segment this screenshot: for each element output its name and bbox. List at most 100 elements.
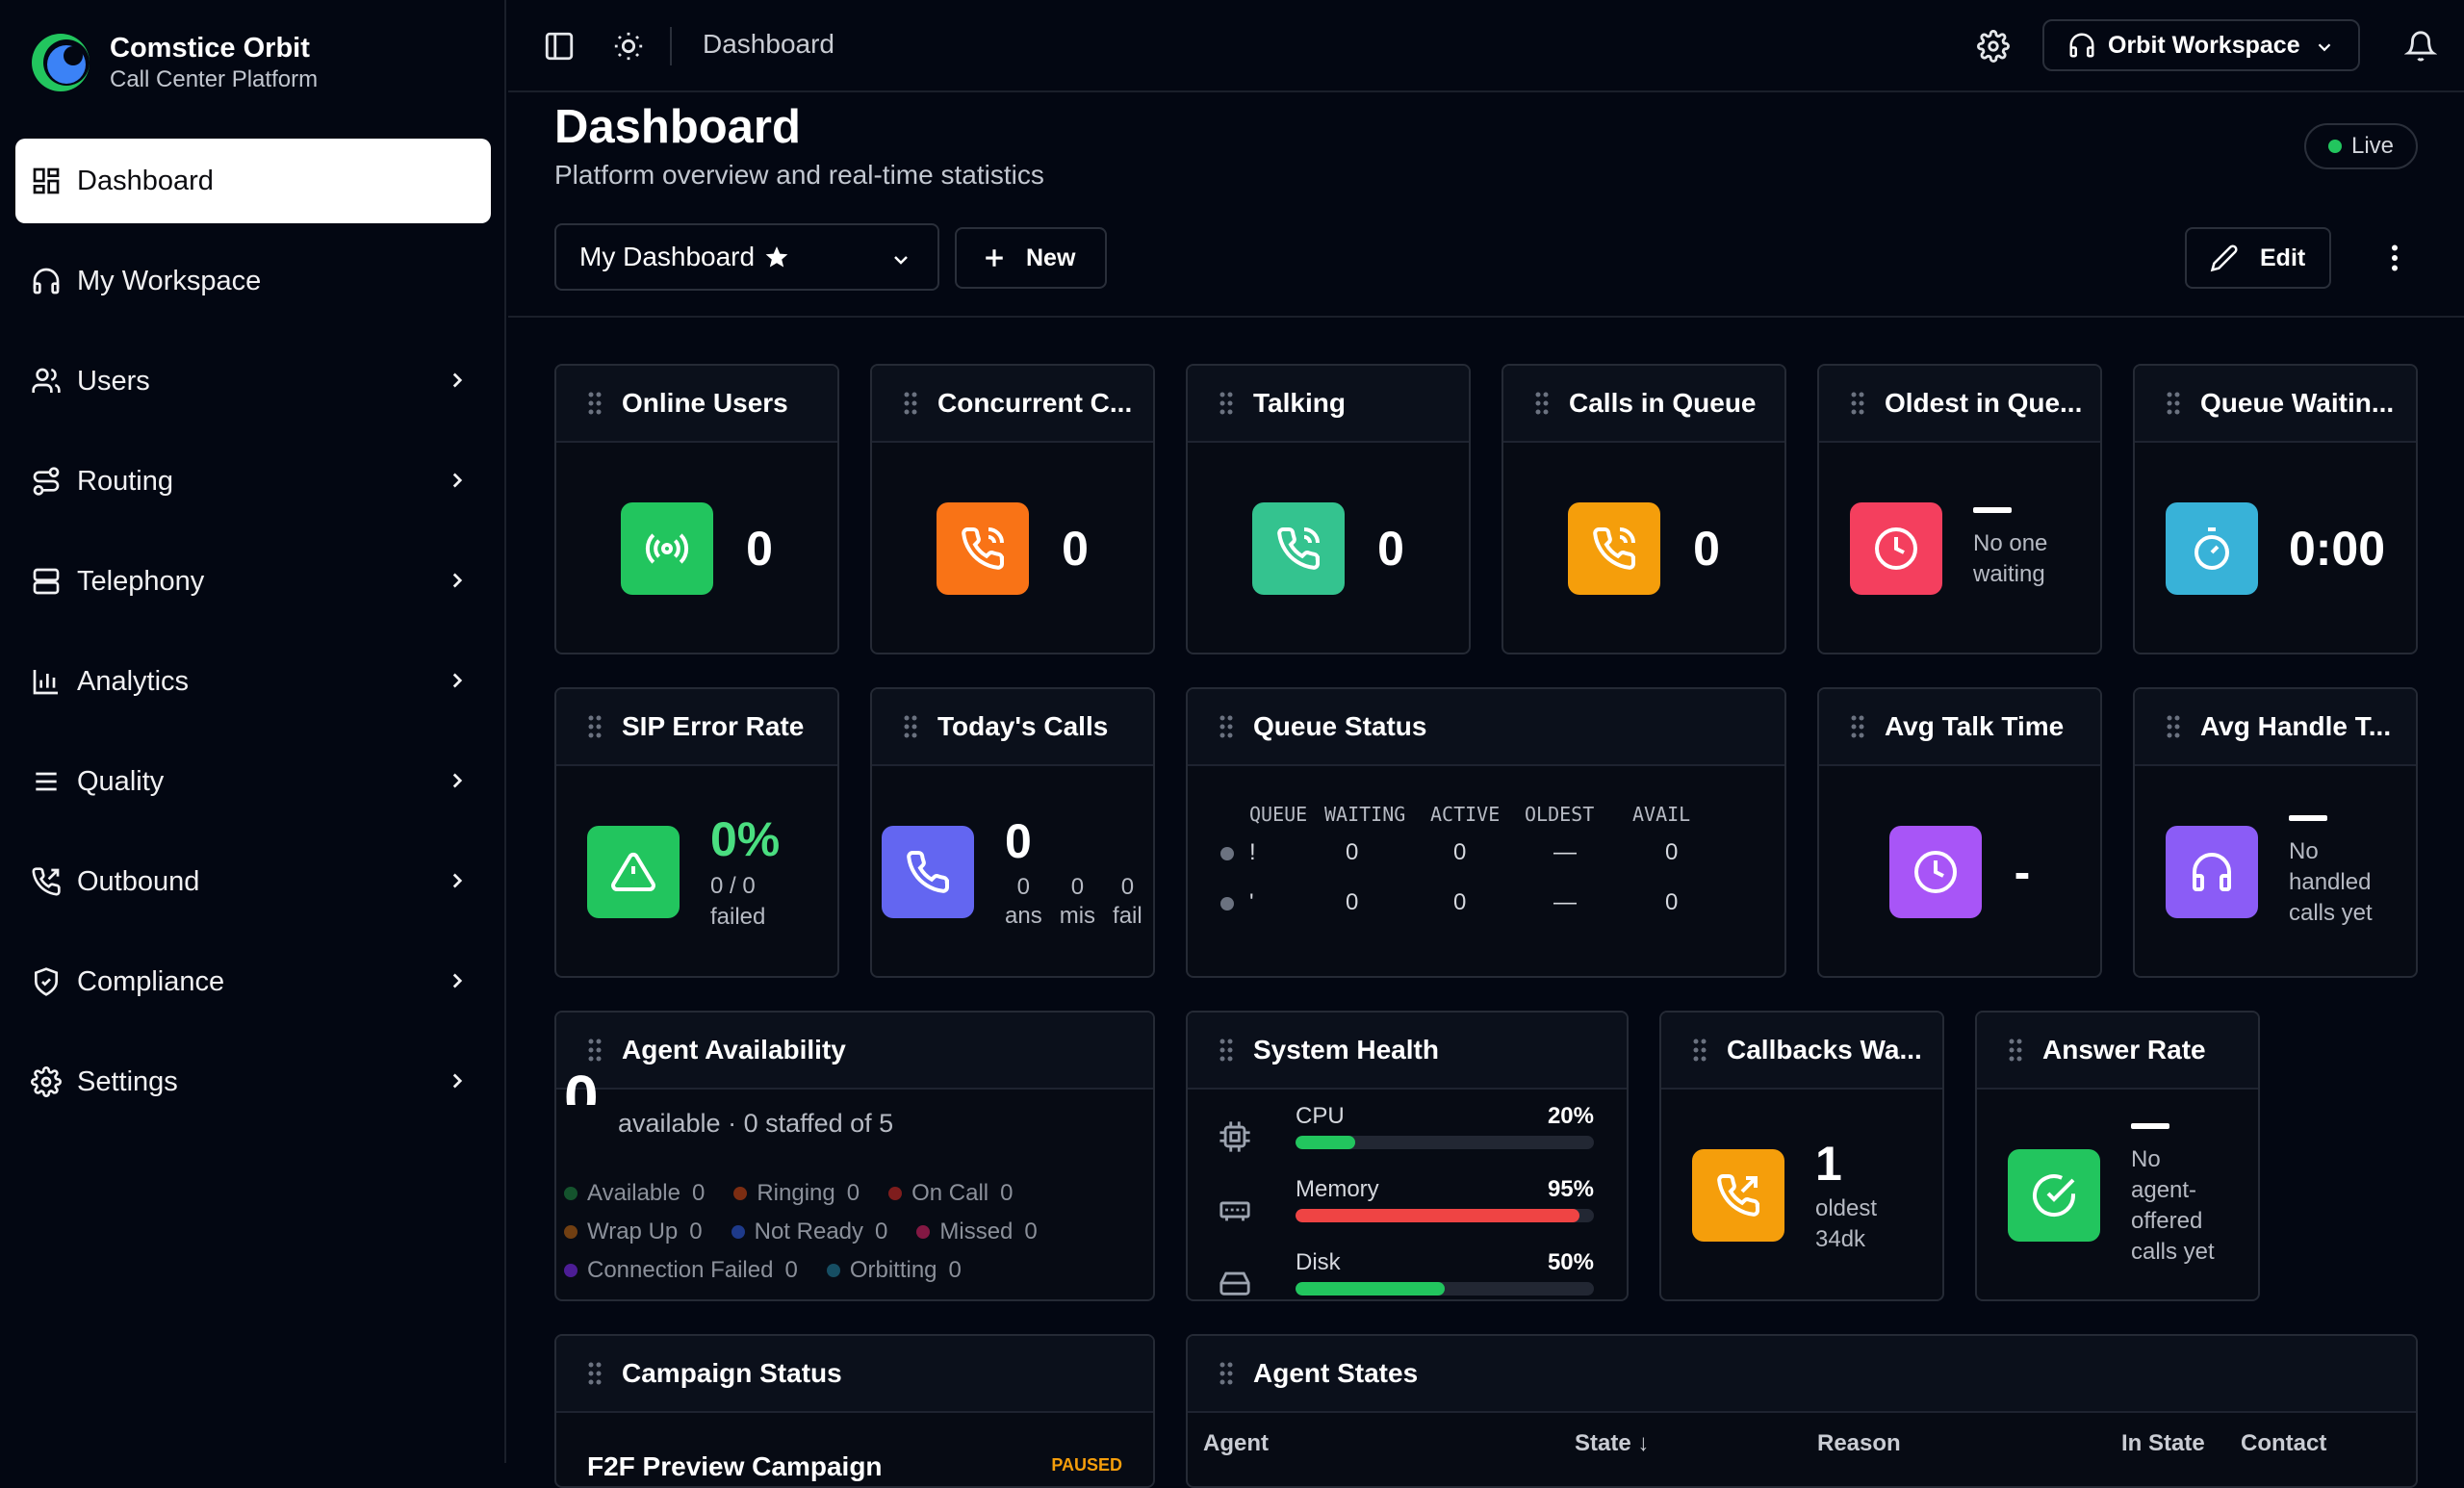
grip-icon[interactable] [587, 714, 603, 739]
active-cell: 0 [1453, 839, 1467, 865]
column-header-contact[interactable]: Contact [2241, 1430, 2326, 1457]
card-header: Agent States [1188, 1336, 2416, 1413]
chevron-right-icon [452, 973, 463, 988]
sidebar-item-compliance[interactable]: Compliance [15, 939, 491, 1024]
card-header: System Health [1188, 1013, 1627, 1090]
grip-icon[interactable] [1534, 391, 1550, 416]
gear-icon[interactable] [1977, 30, 2010, 63]
sidebar-item-outbound[interactable]: Outbound [15, 839, 491, 924]
grip-icon[interactable] [1219, 714, 1234, 739]
dashboard-select[interactable]: My Dashboard [554, 223, 939, 291]
waiting-cell: 0 [1346, 839, 1359, 865]
grip-icon[interactable] [587, 391, 603, 416]
list-icon [36, 772, 57, 791]
sidebar-item-label: Compliance [77, 965, 225, 997]
kpi-value: - [2014, 845, 2031, 899]
edit-button-label: Edit [2260, 244, 2306, 271]
sidebar-toggle-icon[interactable] [543, 30, 576, 63]
stat-label: ans [1005, 903, 1042, 929]
phone-call-icon [1568, 502, 1661, 595]
legend-row: Wrap Up 0 Not Ready 0 Missed 0 [564, 1219, 1038, 1245]
grip-icon[interactable] [1219, 391, 1234, 416]
sidebar-item-label: Analytics [77, 665, 190, 697]
sidebar-item-telephony[interactable]: Telephony [15, 539, 491, 624]
legend-missed: Missed 0 [916, 1219, 1038, 1245]
sidebar-item-users[interactable]: Users [15, 339, 491, 423]
workspace-selector[interactable]: Orbit Workspace [2042, 19, 2360, 71]
grip-icon[interactable] [587, 1361, 603, 1386]
card-header: Concurrent C... [872, 366, 1153, 443]
phone-call-icon [1252, 502, 1346, 595]
stat-value: 0 [1120, 874, 1135, 900]
kpi-text: No agent-offered calls yet [2131, 1123, 2215, 1268]
card-body: 0 [1503, 445, 1784, 653]
legend-label: Orbitting [849, 1257, 937, 1283]
legend-label: Connection Failed [587, 1257, 774, 1283]
column-header-agent[interactable]: Agent [1203, 1430, 1269, 1457]
grip-icon[interactable] [1850, 714, 1865, 739]
topbar: Dashboard Orbit Workspace [508, 0, 2464, 92]
kpi-value: 0 [1377, 522, 1404, 576]
live-dot [2327, 140, 2342, 153]
card-body: 1 oldest 34dk [1661, 1091, 1942, 1299]
sidebar-item-dashboard[interactable]: Dashboard [15, 139, 491, 223]
main-content: Dashboard Platform overview and real-tim… [508, 94, 2464, 1488]
layout-dashboard-icon [33, 167, 60, 194]
sun-icon[interactable] [612, 30, 645, 63]
kpi-sub: No one waiting [1973, 528, 2047, 590]
campaign-name[interactable]: F2F Preview Campaign [587, 1451, 883, 1482]
sidebar-item-label: Dashboard [77, 165, 214, 196]
route-icon [33, 467, 60, 496]
chevron-down-icon [894, 256, 908, 265]
more-vertical-icon[interactable] [2377, 241, 2412, 275]
sidebar-item-settings[interactable]: Settings [15, 1039, 491, 1124]
sidebar-item-my-workspace[interactable]: My Workspace [15, 239, 491, 323]
grip-icon[interactable] [903, 714, 918, 739]
grip-icon[interactable] [1850, 391, 1865, 416]
cpu-icon [1219, 1121, 1250, 1152]
queue-status-dot [1220, 847, 1234, 860]
legend-value: 0 [1000, 1180, 1014, 1206]
grip-icon[interactable] [1219, 1361, 1234, 1386]
chevron-right-icon [452, 573, 463, 588]
oldest-cell: — [1553, 889, 1577, 915]
disk-bar [1296, 1282, 1594, 1296]
column-header-in-state[interactable]: In State [2121, 1430, 2205, 1457]
bar-chart-icon [33, 670, 58, 695]
grip-icon[interactable] [2008, 1038, 2023, 1063]
no-value-dash [1973, 507, 2012, 513]
card-body: 0 [556, 445, 837, 653]
grip-icon[interactable] [1219, 1038, 1234, 1063]
grip-icon[interactable] [1692, 1038, 1707, 1063]
sidebar-item-quality[interactable]: Quality [15, 739, 491, 824]
brand[interactable]: Comstice Orbit Call Center Platform [31, 31, 318, 94]
edit-dashboard-button[interactable]: Edit [2185, 227, 2331, 289]
card-header: Oldest in Que... [1819, 366, 2100, 443]
grip-icon[interactable] [587, 1038, 603, 1063]
kpi-sub-line: No [2289, 838, 2319, 864]
column-header-state[interactable]: State ↓ [1575, 1430, 1649, 1457]
topbar-separator [670, 27, 672, 65]
breadcrumb[interactable]: Dashboard [703, 29, 834, 60]
bell-icon[interactable] [2404, 30, 2437, 63]
availability-summary: available · 0 staffed of 5 [618, 1109, 894, 1138]
sidebar-item-analytics[interactable]: Analytics [15, 639, 491, 724]
column-header: WAITING [1324, 803, 1406, 826]
no-value-dash [2289, 815, 2327, 821]
new-dashboard-button[interactable]: New [955, 227, 1107, 289]
sip-error-rate-card: SIP Error Rate 0% 0 / 0 failed [554, 687, 839, 978]
phone-call-icon [937, 502, 1030, 595]
live-badge: Live [2304, 123, 2418, 169]
grip-icon[interactable] [2166, 714, 2181, 739]
queue-status-card: Queue Status QUEUE WAITING ACTIVE OLDEST… [1186, 687, 1786, 978]
metric-label: CPU [1296, 1103, 1345, 1129]
sidebar-item-routing[interactable]: Routing [15, 439, 491, 524]
chevron-right-icon [452, 773, 463, 788]
grip-icon[interactable] [903, 391, 918, 416]
grip-icon[interactable] [2166, 391, 2181, 416]
kpi-sub-line: calls yet [2131, 1239, 2215, 1265]
chevron-right-icon [452, 673, 463, 688]
card-body: 0 [1188, 445, 1469, 653]
app-name: Comstice Orbit [110, 33, 310, 64]
column-header-reason[interactable]: Reason [1817, 1430, 1901, 1457]
